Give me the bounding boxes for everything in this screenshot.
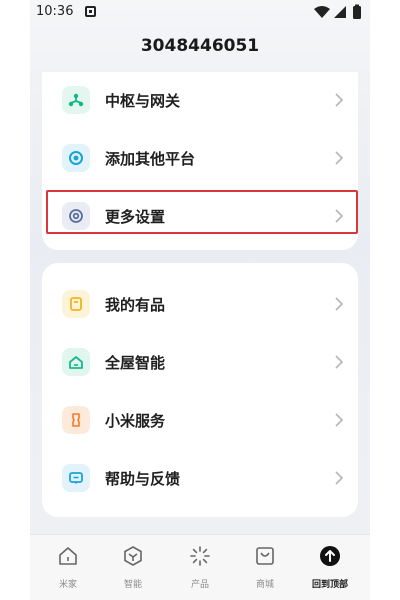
nav-item-back-to-top[interactable]: 回到顶部 xyxy=(302,543,358,593)
list-item-add-platform[interactable]: 添加其他平台 xyxy=(42,130,358,188)
chevron-right-icon xyxy=(335,297,344,311)
home-icon xyxy=(59,547,77,565)
xiaomi-service-icon xyxy=(62,406,90,434)
nav-label: 智能 xyxy=(123,580,142,590)
list-item-label: 全屋智能 xyxy=(105,354,166,372)
notification-icon xyxy=(85,6,96,17)
nav-label: 回到顶部 xyxy=(311,580,348,590)
add-platform-icon xyxy=(62,144,90,172)
chevron-right-icon xyxy=(335,151,344,165)
nav-item-product[interactable]: 产品 xyxy=(172,543,228,593)
list-item-xiaomi-service[interactable]: 小米服务 xyxy=(42,392,358,450)
back-to-top-icon xyxy=(320,546,340,566)
list-item-my-youpin[interactable]: 我的有品 xyxy=(42,276,358,334)
smart-icon xyxy=(124,546,142,566)
wifi-icon xyxy=(314,6,330,18)
store-icon xyxy=(256,547,274,565)
nav-label: 商城 xyxy=(255,580,274,590)
youpin-icon xyxy=(62,290,90,318)
status-bar: 10:36 xyxy=(30,0,370,24)
nav-item-store[interactable]: 商城 xyxy=(237,543,293,593)
list-item-more-settings[interactable]: 更多设置 xyxy=(42,188,358,246)
bottom-nav: 米家 智能 产品 商城 回到顶部 xyxy=(30,534,370,600)
list-item-label: 我的有品 xyxy=(105,296,166,314)
list-item-label: 更多设置 xyxy=(105,208,166,226)
help-feedback-icon xyxy=(62,464,90,492)
nav-item-smart[interactable]: 智能 xyxy=(105,543,161,593)
page-title: 3048446051 xyxy=(140,36,260,56)
app-screen: 10:36 3048446051 中枢与网关 添加其他平台 更多设置 我的有品 … xyxy=(30,0,370,600)
list-item-label: 小米服务 xyxy=(105,412,166,430)
nav-label: 产品 xyxy=(190,580,209,590)
settings-icon xyxy=(62,202,90,230)
list-item-help-feedback[interactable]: 帮助与反馈 xyxy=(42,450,358,508)
list-item-label: 中枢与网关 xyxy=(105,92,181,110)
nav-item-mijia[interactable]: 米家 xyxy=(40,543,96,593)
list-item-label: 添加其他平台 xyxy=(105,150,196,168)
settings-card-bottom: 我的有品 全屋智能 小米服务 帮助与反馈 xyxy=(42,263,358,517)
settings-card-top: 中枢与网关 添加其他平台 更多设置 xyxy=(42,72,358,250)
chevron-right-icon xyxy=(335,413,344,427)
product-icon xyxy=(190,546,210,566)
chevron-right-icon xyxy=(335,471,344,485)
list-item-label: 帮助与反馈 xyxy=(105,470,181,488)
hub-gateway-icon xyxy=(62,86,90,114)
smart-home-icon xyxy=(62,348,90,376)
chevron-right-icon xyxy=(335,209,344,223)
status-icons xyxy=(314,4,361,19)
status-time: 10:36 xyxy=(36,4,74,19)
list-item-hub-gateway[interactable]: 中枢与网关 xyxy=(42,72,358,130)
nav-label: 米家 xyxy=(58,580,77,590)
chevron-right-icon xyxy=(335,93,344,107)
battery-icon xyxy=(353,6,361,19)
chevron-right-icon xyxy=(335,355,344,369)
list-item-smart-home[interactable]: 全屋智能 xyxy=(42,334,358,392)
signal-icon xyxy=(334,6,346,18)
